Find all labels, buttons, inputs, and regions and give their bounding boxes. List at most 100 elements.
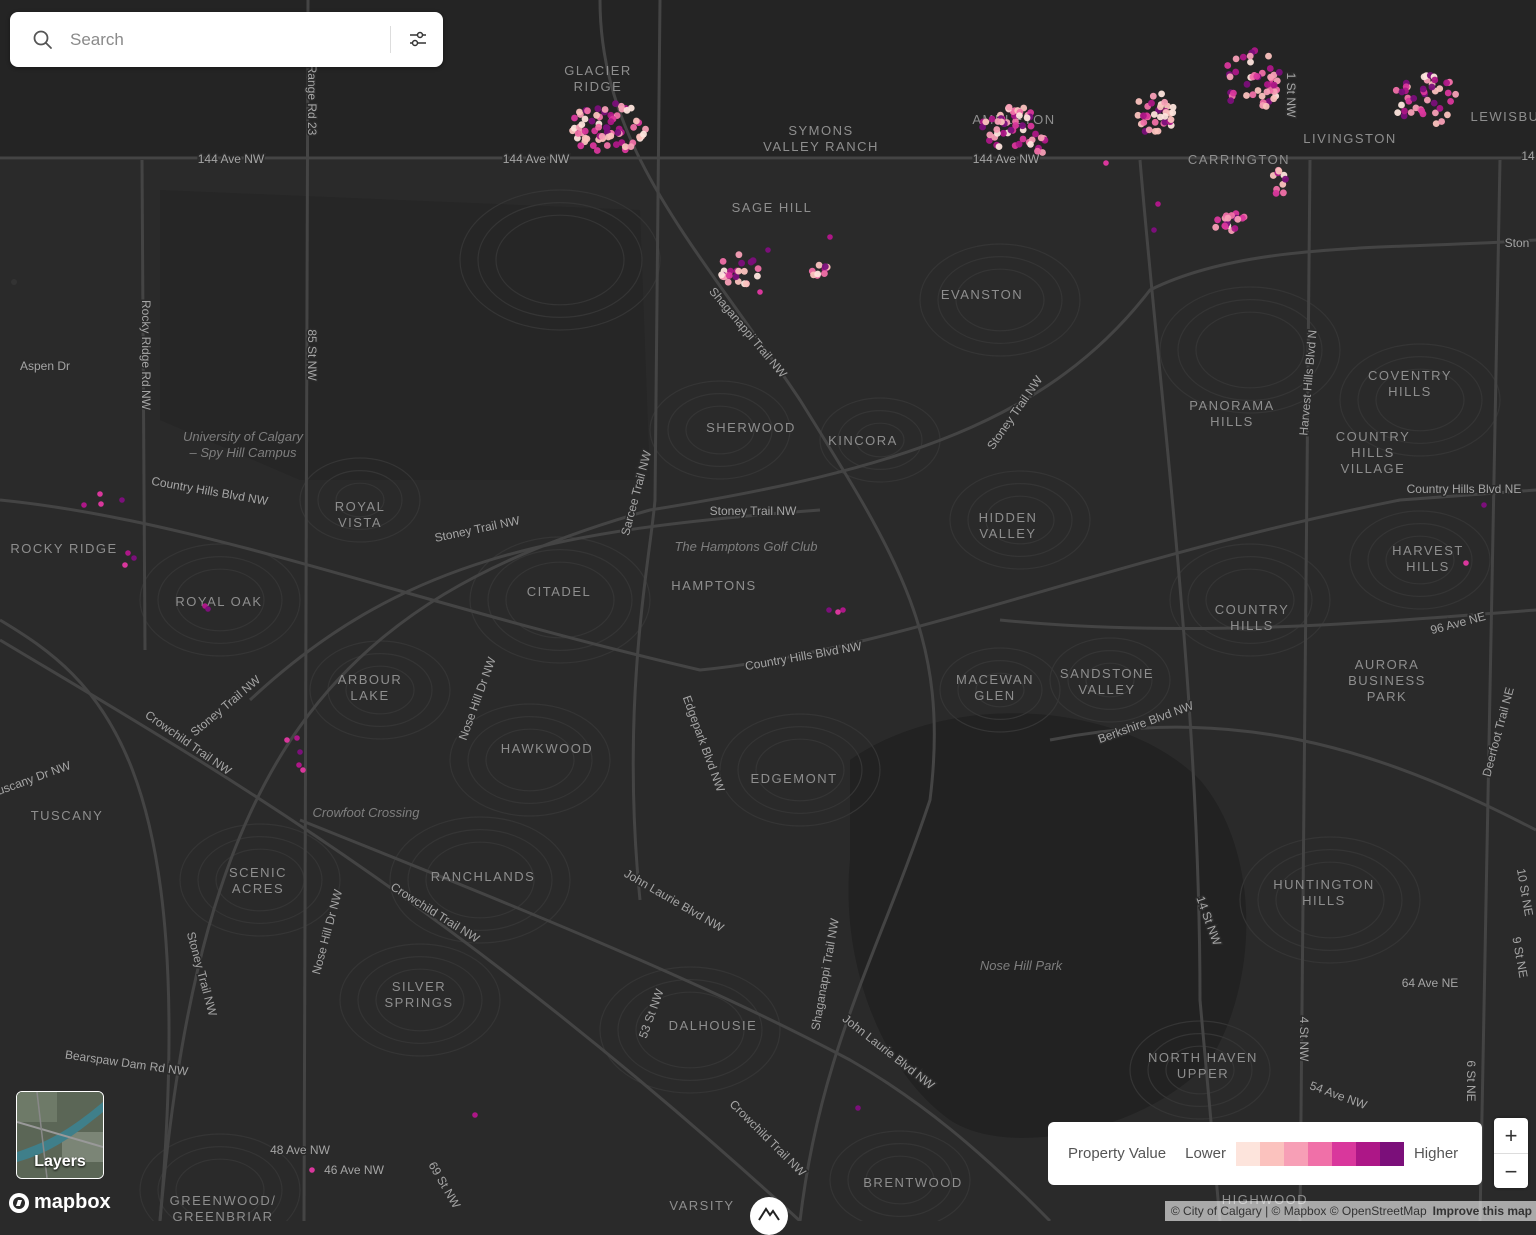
property-point[interactable]	[1419, 85, 1427, 93]
improve-map-link[interactable]: Improve this map	[1433, 1204, 1532, 1218]
property-point[interactable]	[1443, 79, 1450, 87]
property-point[interactable]	[993, 126, 1001, 133]
property-point[interactable]	[1231, 225, 1239, 232]
property-point[interactable]	[735, 267, 742, 275]
property-point[interactable]	[988, 115, 996, 123]
property-point[interactable]	[1243, 80, 1251, 88]
property-point[interactable]	[125, 550, 131, 556]
property-point[interactable]	[1262, 102, 1270, 110]
property-point[interactable]	[297, 749, 303, 755]
property-point[interactable]	[623, 106, 631, 114]
attribution-mapbox[interactable]: © Mapbox	[1272, 1204, 1327, 1218]
property-point[interactable]	[309, 1167, 315, 1173]
property-point[interactable]	[994, 118, 1002, 125]
mapbox-logo[interactable]: mapbox	[8, 1191, 111, 1214]
property-point[interactable]	[1398, 88, 1406, 96]
property-point[interactable]	[1424, 96, 1431, 104]
property-point[interactable]	[122, 562, 128, 568]
property-point[interactable]	[284, 737, 290, 743]
property-point[interactable]	[1266, 65, 1274, 72]
property-point[interactable]	[815, 261, 823, 269]
property-point[interactable]	[725, 272, 733, 279]
property-point[interactable]	[1019, 122, 1026, 130]
property-point[interactable]	[1019, 135, 1027, 143]
property-point[interactable]	[601, 106, 609, 113]
property-point[interactable]	[1214, 216, 1221, 224]
property-point[interactable]	[1410, 95, 1418, 102]
property-point[interactable]	[1167, 116, 1175, 123]
property-point[interactable]	[1253, 73, 1261, 80]
property-point[interactable]	[1151, 227, 1157, 233]
property-point[interactable]	[1280, 189, 1287, 197]
property-point[interactable]	[1398, 101, 1405, 109]
property-point[interactable]	[1447, 98, 1454, 105]
property-point[interactable]	[1227, 97, 1235, 104]
property-point[interactable]	[827, 234, 833, 240]
property-point[interactable]	[1247, 58, 1254, 66]
property-point[interactable]	[1027, 122, 1035, 130]
property-point[interactable]	[1230, 89, 1237, 97]
property-point[interactable]	[1263, 88, 1271, 96]
property-point[interactable]	[594, 105, 602, 113]
property-point[interactable]	[747, 258, 755, 266]
property-point[interactable]	[1103, 160, 1109, 166]
property-point[interactable]	[1140, 119, 1148, 126]
property-point[interactable]	[633, 117, 640, 125]
search-input[interactable]	[68, 28, 372, 51]
property-point[interactable]	[821, 263, 829, 270]
property-point[interactable]	[757, 289, 763, 295]
property-point[interactable]	[1151, 118, 1159, 126]
property-point[interactable]	[296, 762, 302, 768]
property-point[interactable]	[605, 133, 612, 141]
attribution-city[interactable]: © City of Calgary	[1171, 1204, 1262, 1218]
property-point[interactable]	[741, 267, 748, 275]
property-point[interactable]	[1275, 68, 1283, 76]
attribution-osm[interactable]: © OpenStreetMap	[1330, 1204, 1427, 1218]
property-point[interactable]	[1270, 81, 1278, 89]
property-point[interactable]	[1161, 98, 1168, 106]
property-point[interactable]	[735, 251, 743, 259]
property-point[interactable]	[205, 606, 211, 612]
property-point[interactable]	[995, 143, 1003, 151]
property-point[interactable]	[1148, 99, 1155, 107]
property-point[interactable]	[1444, 89, 1452, 97]
property-point[interactable]	[1232, 68, 1240, 76]
property-point[interactable]	[1140, 112, 1147, 120]
property-point[interactable]	[840, 607, 846, 613]
property-point[interactable]	[1481, 502, 1487, 508]
property-point[interactable]	[603, 142, 611, 149]
filter-button[interactable]	[401, 22, 435, 56]
property-point[interactable]	[598, 133, 606, 140]
property-point[interactable]	[1034, 147, 1041, 155]
property-point[interactable]	[578, 121, 586, 128]
property-point[interactable]	[724, 278, 732, 286]
property-point[interactable]	[581, 127, 589, 135]
property-point[interactable]	[1452, 90, 1459, 98]
property-point[interactable]	[627, 143, 635, 151]
property-point[interactable]	[1401, 107, 1408, 115]
map-canvas[interactable]: GLACIERRIDGESYMONSVALLEY RANCHAMBLETONCA…	[0, 0, 1536, 1221]
property-point[interactable]	[754, 265, 762, 272]
property-point[interactable]	[1249, 91, 1257, 99]
property-point[interactable]	[1155, 201, 1161, 207]
property-point[interactable]	[718, 271, 725, 279]
property-point[interactable]	[574, 130, 582, 137]
property-point[interactable]	[982, 118, 990, 126]
property-point[interactable]	[1428, 83, 1436, 91]
property-point[interactable]	[1226, 73, 1234, 81]
property-point[interactable]	[97, 491, 103, 497]
property-point[interactable]	[1212, 223, 1220, 231]
property-point[interactable]	[1275, 167, 1283, 175]
property-point[interactable]	[584, 107, 591, 115]
property-point[interactable]	[119, 497, 125, 503]
property-point[interactable]	[1272, 189, 1280, 197]
property-point[interactable]	[1007, 126, 1015, 134]
property-point[interactable]	[98, 501, 104, 507]
property-point[interactable]	[1463, 560, 1469, 566]
property-point[interactable]	[1270, 95, 1278, 103]
property-point[interactable]	[1145, 126, 1153, 134]
property-point[interactable]	[1224, 214, 1232, 222]
property-point[interactable]	[1032, 130, 1039, 138]
property-point[interactable]	[1418, 107, 1426, 115]
property-point[interactable]	[1394, 109, 1402, 116]
